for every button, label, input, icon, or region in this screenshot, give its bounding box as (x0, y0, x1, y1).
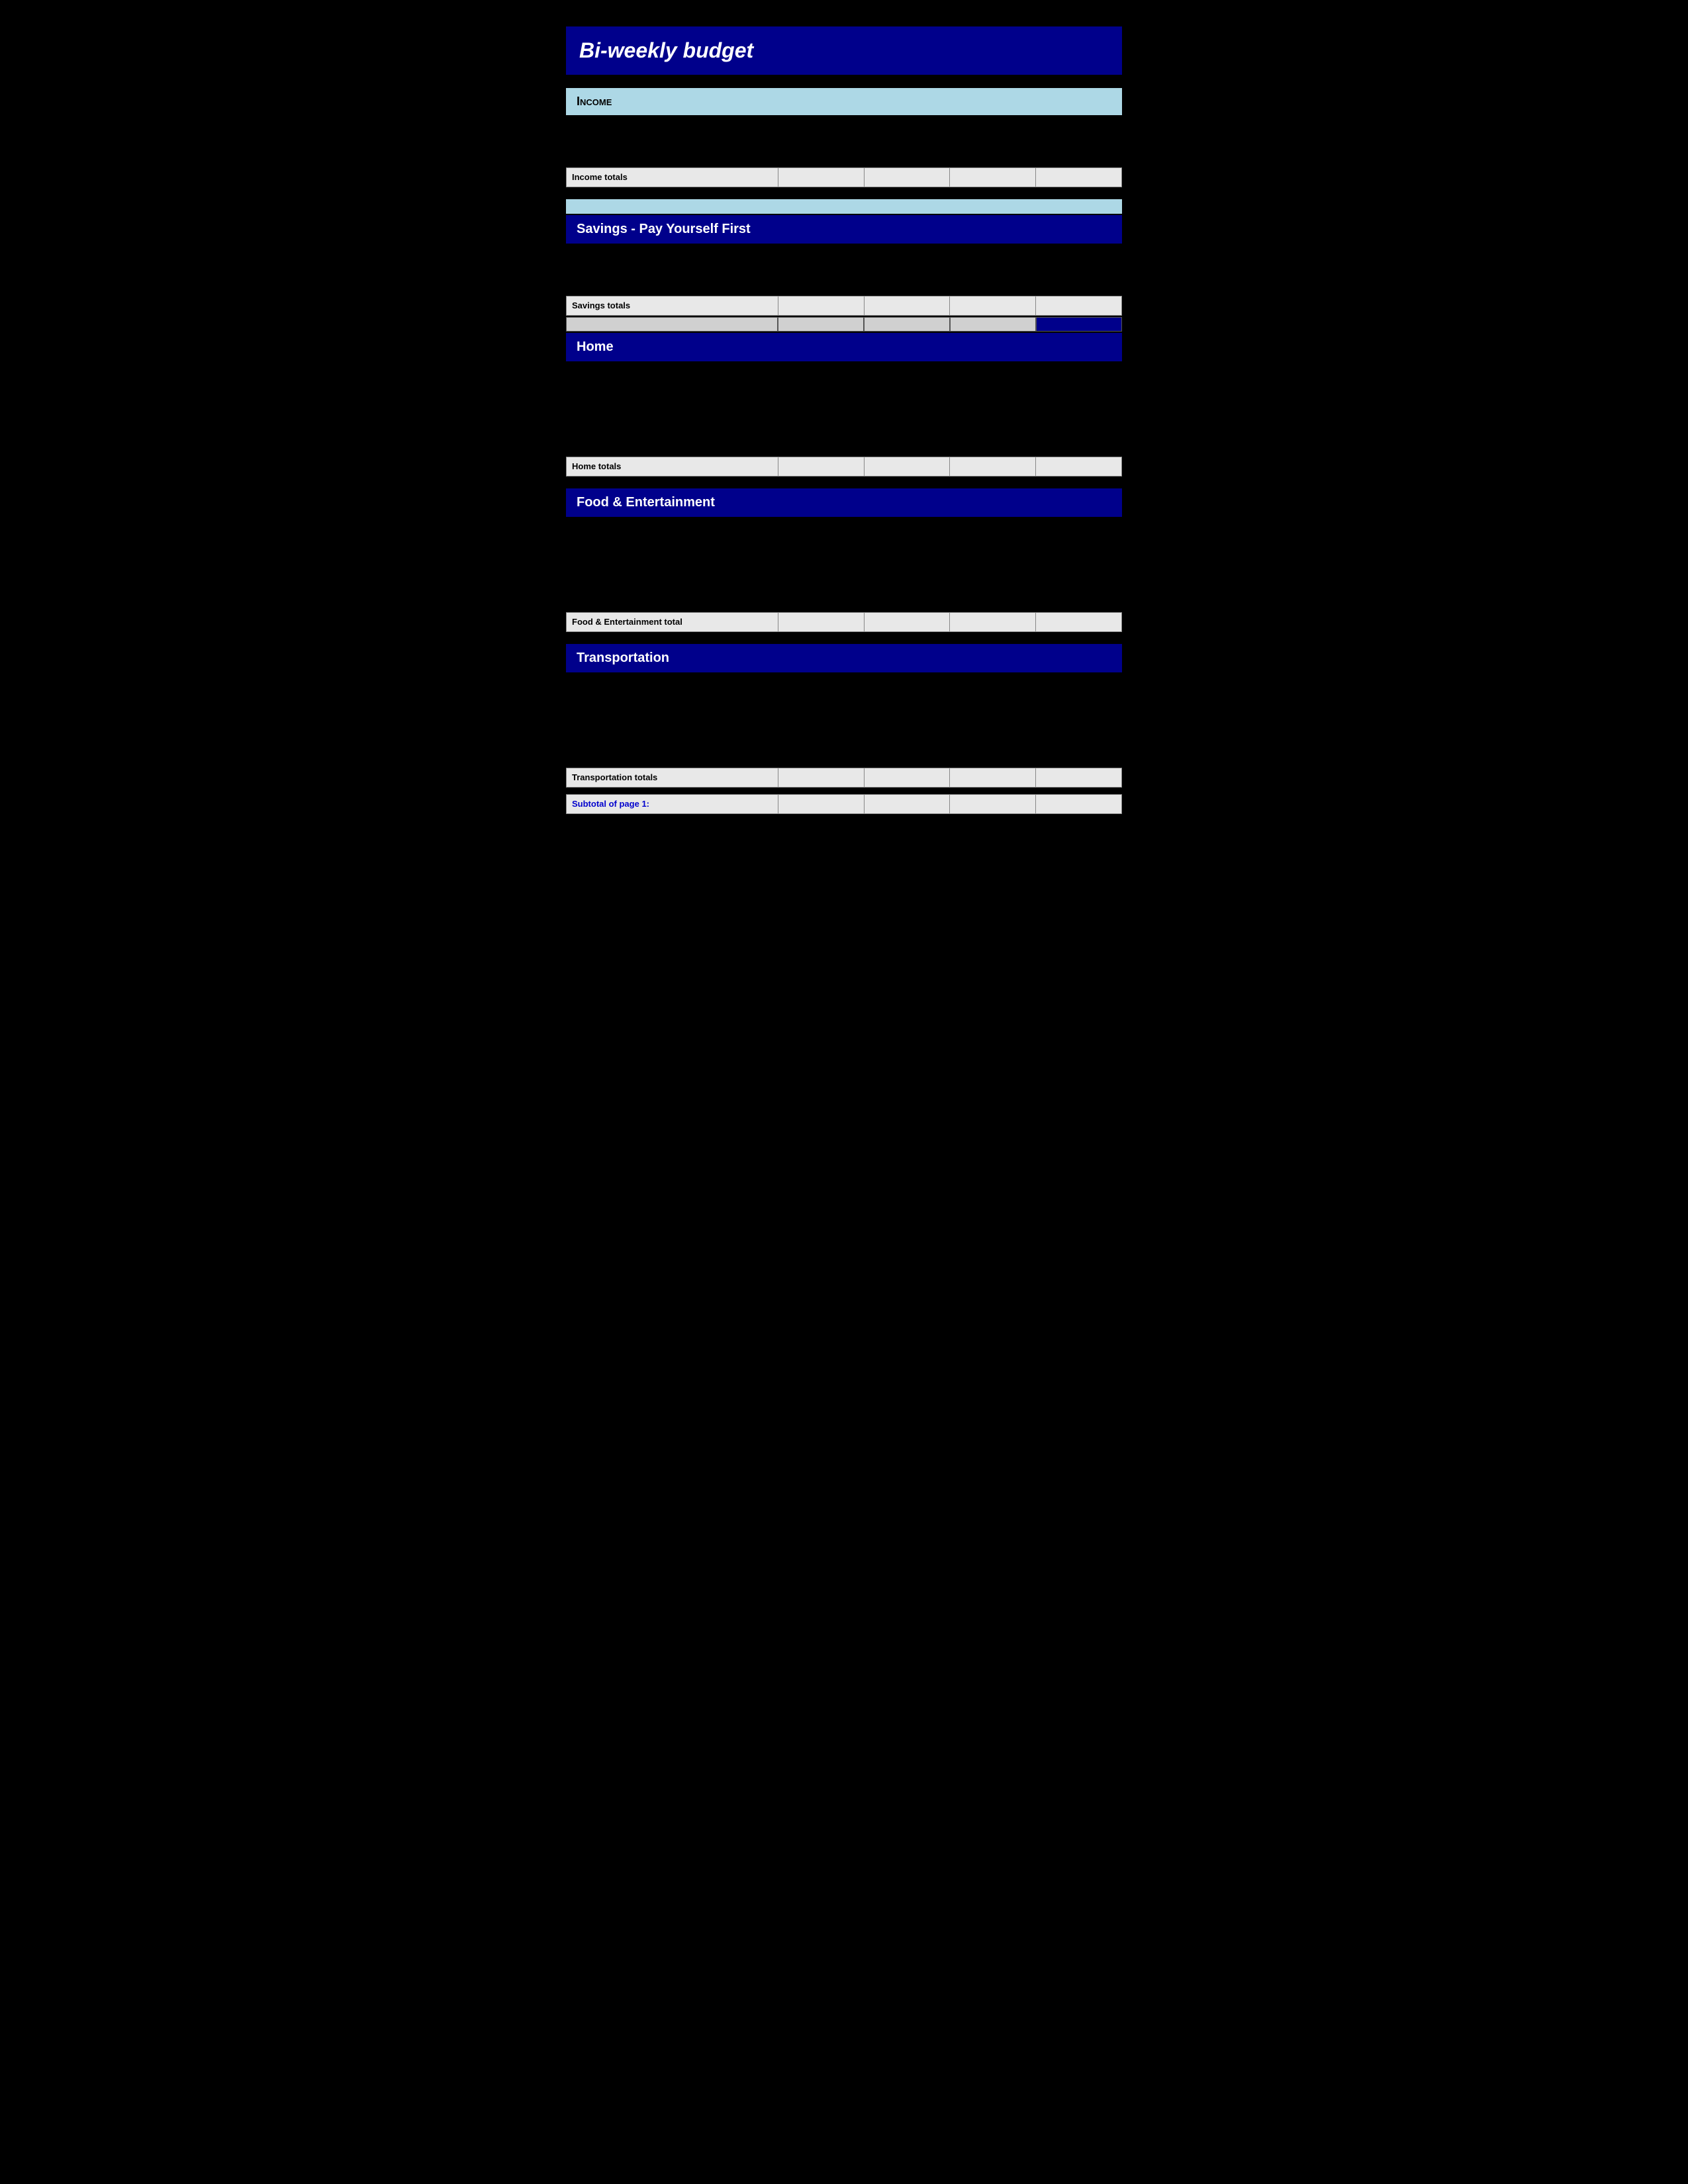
income-totals-label: Income totals (567, 168, 778, 187)
home-totals-c1[interactable] (778, 457, 865, 476)
food-content-area2 (566, 556, 1122, 592)
subtotal-c3[interactable] (950, 795, 1036, 813)
transportation-header-text: Transportation (577, 651, 1111, 666)
savings-sep-c4 (1036, 317, 1122, 332)
savings-sep-c2 (864, 317, 950, 332)
title-bar: Bi-weekly budget (566, 26, 1122, 75)
home-section-header: Home (566, 333, 1122, 361)
gap1 (566, 189, 1122, 199)
subtotal-c4[interactable] (1036, 795, 1122, 813)
transportation-section-header: Transportation (566, 644, 1122, 672)
subtotal-c2[interactable] (865, 795, 951, 813)
income-totals-c2[interactable] (865, 168, 951, 187)
income-totals-row: Income totals (566, 167, 1122, 187)
savings-totals-label: Savings totals (567, 296, 778, 315)
food-content-area1 (566, 520, 1122, 556)
food-header-text: Food & Entertainment (577, 495, 1111, 510)
subtotal-row: Subtotal of page 1: (566, 794, 1122, 814)
transportation-totals-c3[interactable] (950, 768, 1036, 787)
home-content-area1 (566, 364, 1122, 400)
income-spacer2 (566, 154, 1122, 167)
home-content-area2 (566, 400, 1122, 437)
food-totals-c4[interactable] (1036, 613, 1122, 631)
transportation-content-area1 (566, 675, 1122, 711)
income-content-area (566, 118, 1122, 154)
transportation-totals-label: Transportation totals (567, 768, 778, 787)
food-totals-c1[interactable] (778, 613, 865, 631)
food-totals-c2[interactable] (865, 613, 951, 631)
transportation-totals-c4[interactable] (1036, 768, 1122, 787)
income-totals-c4[interactable] (1036, 168, 1122, 187)
home-spacer3 (566, 437, 1122, 457)
food-totals-row: Food & Entertainment total (566, 612, 1122, 632)
transportation-content-area2 (566, 711, 1122, 748)
food-spacer3 (566, 592, 1122, 612)
home-totals-c2[interactable] (865, 457, 951, 476)
page: Bi-weekly budget Income Income totals Sa… (559, 13, 1129, 829)
savings-totals-c1[interactable] (778, 296, 865, 315)
savings-totals-c4[interactable] (1036, 296, 1122, 315)
savings-separator-row (566, 317, 1122, 332)
gap3 (566, 633, 1122, 644)
food-totals-c3[interactable] (950, 613, 1036, 631)
page-title: Bi-weekly budget (579, 38, 1109, 63)
savings-totals-row: Savings totals (566, 296, 1122, 316)
home-header-text: Home (577, 340, 1111, 355)
subtotal-c1[interactable] (778, 795, 865, 813)
savings-sep-c0 (566, 317, 778, 332)
gap2 (566, 478, 1122, 488)
transportation-totals-row: Transportation totals (566, 768, 1122, 788)
income-totals-c1[interactable] (778, 168, 865, 187)
home-totals-row: Home totals (566, 457, 1122, 477)
transportation-spacer3 (566, 748, 1122, 768)
transportation-totals-c1[interactable] (778, 768, 865, 787)
home-totals-c4[interactable] (1036, 457, 1122, 476)
savings-totals-c2[interactable] (865, 296, 951, 315)
savings-header-text: Savings - Pay Yourself First (577, 222, 1111, 237)
food-totals-label: Food & Entertainment total (567, 613, 778, 631)
savings-sep-c1 (778, 317, 864, 332)
savings-section-header: Savings - Pay Yourself First (566, 215, 1122, 244)
savings-content-area (566, 246, 1122, 283)
gap4 (566, 789, 1122, 794)
savings-totals-c3[interactable] (950, 296, 1036, 315)
home-totals-label: Home totals (567, 457, 778, 476)
savings-spacer2 (566, 283, 1122, 296)
savings-pre-bar (566, 199, 1122, 214)
transportation-totals-c2[interactable] (865, 768, 951, 787)
food-section-header: Food & Entertainment (566, 488, 1122, 517)
income-section-header: Income (566, 88, 1122, 115)
subtotal-label: Subtotal of page 1: (567, 795, 778, 813)
income-header-text: Income (577, 95, 1111, 109)
savings-sep-c3 (950, 317, 1036, 332)
income-totals-c3[interactable] (950, 168, 1036, 187)
home-totals-c3[interactable] (950, 457, 1036, 476)
